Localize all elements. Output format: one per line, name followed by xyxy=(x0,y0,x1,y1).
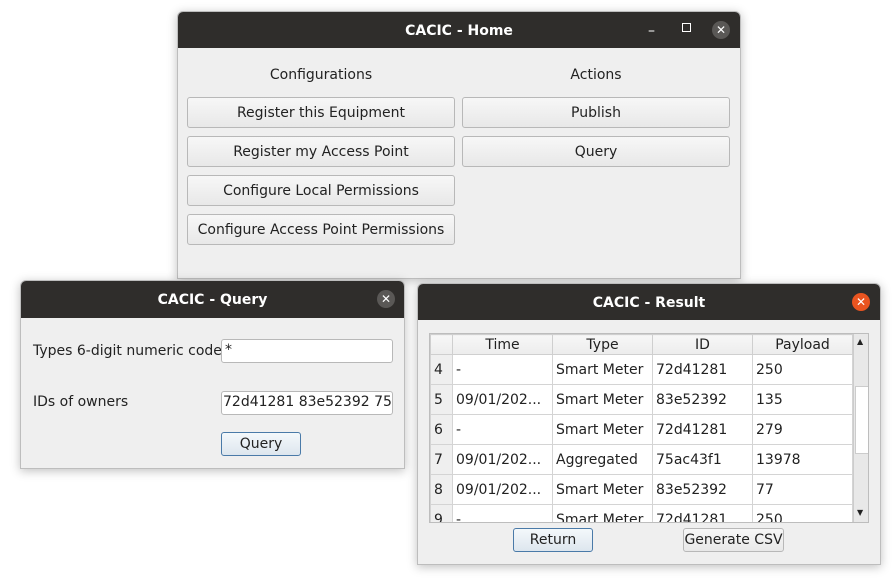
cell-type[interactable]: Smart Meter xyxy=(552,474,653,505)
vertical-scrollbar[interactable]: ▲ ▼ xyxy=(853,334,868,522)
row-number[interactable]: 8 xyxy=(430,474,453,505)
cell-type[interactable]: Smart Meter xyxy=(552,414,653,445)
column-header-payload[interactable]: Payload xyxy=(752,334,853,355)
row-number[interactable]: 7 xyxy=(430,444,453,475)
close-icon[interactable]: ✕ xyxy=(852,293,870,311)
cell-payload[interactable]: 250 xyxy=(752,504,853,522)
row-number[interactable]: 5 xyxy=(430,384,453,415)
register-access-point-button[interactable]: Register my Access Point xyxy=(187,136,455,167)
cell-type[interactable]: Smart Meter xyxy=(552,504,653,522)
owner-ids-input[interactable]: 72d41281 83e52392 75a xyxy=(221,391,393,415)
query-submit-button[interactable]: Query xyxy=(221,432,301,456)
type-code-input[interactable]: * xyxy=(221,339,393,363)
cell-type[interactable]: Smart Meter xyxy=(552,354,653,385)
table-row[interactable]: 9- Smart Meter 72d41281 250 xyxy=(430,504,853,522)
row-number[interactable]: 9 xyxy=(430,504,453,522)
column-header-time[interactable]: Time xyxy=(452,334,553,355)
configurations-heading: Configurations xyxy=(269,67,373,83)
configure-local-permissions-button[interactable]: Configure Local Permissions xyxy=(187,175,455,206)
result-titlebar[interactable]: CACIC - Result ✕ xyxy=(418,284,880,320)
cell-payload[interactable]: 13978 xyxy=(752,444,853,475)
publish-button[interactable]: Publish xyxy=(462,97,730,128)
scrollbar-thumb[interactable] xyxy=(855,386,868,454)
cell-id[interactable]: 83e52392 xyxy=(652,474,753,505)
generate-csv-button[interactable]: Generate CSV xyxy=(683,528,784,552)
cell-time[interactable]: 09/01/202... xyxy=(452,474,553,505)
table-row[interactable]: 5 09/01/202... Smart Meter 83e52392 135 xyxy=(430,384,853,415)
column-header-type[interactable]: Type xyxy=(552,334,653,355)
table-row[interactable]: 8 09/01/202... Smart Meter 83e52392 77 xyxy=(430,474,853,505)
row-number[interactable]: 4 xyxy=(430,354,453,385)
table-row[interactable]: 4- Smart Meter 72d41281 250 xyxy=(430,354,853,385)
cell-payload[interactable]: 77 xyxy=(752,474,853,505)
table-row[interactable]: 6- Smart Meter 72d41281 279 xyxy=(430,414,853,445)
row-number[interactable]: 6 xyxy=(430,414,453,445)
cell-time[interactable]: - xyxy=(452,354,553,385)
cell-payload[interactable]: 279 xyxy=(752,414,853,445)
actions-heading: Actions xyxy=(570,67,622,83)
cell-time[interactable]: - xyxy=(452,414,553,445)
query-title: CACIC - Query xyxy=(157,292,268,308)
query-action-button[interactable]: Query xyxy=(462,136,730,167)
cell-time[interactable]: 09/01/202... xyxy=(452,444,553,475)
cell-id[interactable]: 83e52392 xyxy=(652,384,753,415)
scroll-up-icon[interactable]: ▲ xyxy=(857,337,863,346)
register-equipment-button[interactable]: Register this Equipment xyxy=(187,97,455,128)
home-window: CACIC - Home – ✕ Configurations Actions … xyxy=(177,11,741,279)
table-row[interactable]: 7 09/01/202... Aggregated 75ac43f1 13978 xyxy=(430,444,853,475)
maximize-icon[interactable] xyxy=(682,23,691,32)
cell-payload[interactable]: 135 xyxy=(752,384,853,415)
corner-header xyxy=(430,334,453,355)
cell-id[interactable]: 72d41281 xyxy=(652,504,753,522)
configure-access-point-permissions-button[interactable]: Configure Access Point Permissions xyxy=(187,214,455,245)
cell-type[interactable]: Smart Meter xyxy=(552,384,653,415)
return-button[interactable]: Return xyxy=(513,528,593,552)
result-window: CACIC - Result ✕ Time Type ID Payload 4-… xyxy=(417,283,881,565)
cell-time[interactable]: - xyxy=(452,504,553,522)
type-code-label: Types 6-digit numeric code xyxy=(33,343,222,359)
cell-payload[interactable]: 250 xyxy=(752,354,853,385)
home-titlebar[interactable]: CACIC - Home – ✕ xyxy=(178,12,740,48)
cell-id[interactable]: 72d41281 xyxy=(652,354,753,385)
home-title: CACIC - Home xyxy=(405,23,513,39)
close-icon[interactable]: ✕ xyxy=(377,290,395,308)
cell-id[interactable]: 72d41281 xyxy=(652,414,753,445)
scroll-down-icon[interactable]: ▼ xyxy=(857,508,863,517)
cell-id[interactable]: 75ac43f1 xyxy=(652,444,753,475)
query-titlebar[interactable]: CACIC - Query ✕ xyxy=(21,281,404,318)
close-icon[interactable]: ✕ xyxy=(712,21,730,39)
result-title: CACIC - Result xyxy=(592,295,706,311)
minimize-icon[interactable]: – xyxy=(648,12,655,50)
owner-ids-label: IDs of owners xyxy=(33,394,129,410)
query-window: CACIC - Query ✕ Types 6-digit numeric co… xyxy=(20,280,405,469)
cell-time[interactable]: 09/01/202... xyxy=(452,384,553,415)
column-header-id[interactable]: ID xyxy=(652,334,753,355)
result-table: Time Type ID Payload 4- Smart Meter 72d412… xyxy=(429,333,869,523)
cell-type[interactable]: Aggregated xyxy=(552,444,653,475)
